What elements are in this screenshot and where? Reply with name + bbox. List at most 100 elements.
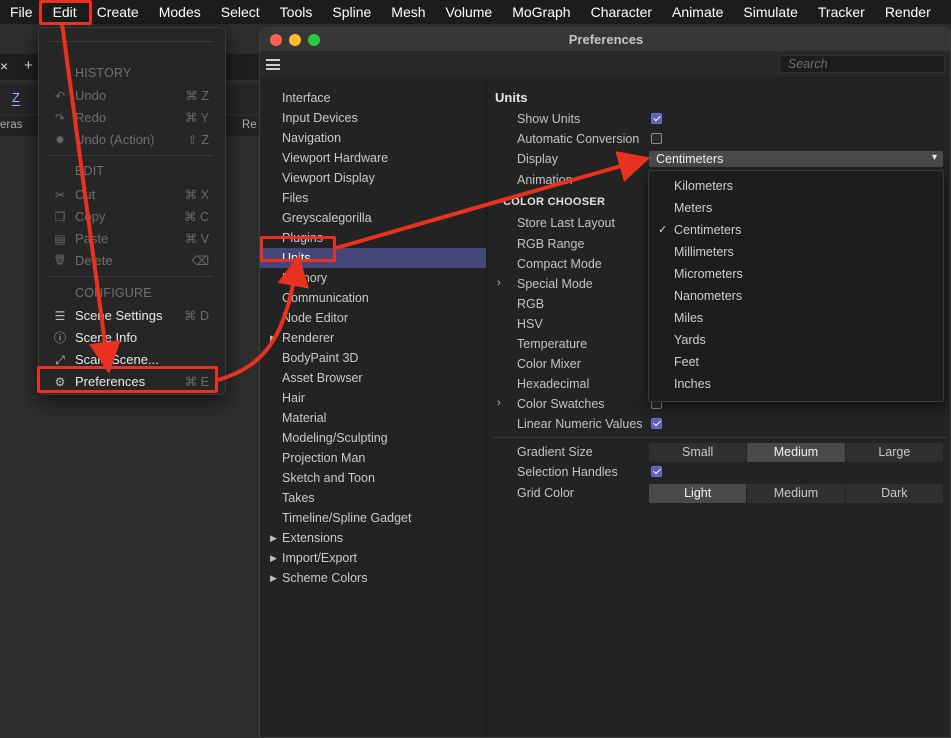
menu-select[interactable]: Select — [211, 0, 270, 24]
z-axis-icon[interactable]: Z — [12, 90, 20, 106]
menu-mograph[interactable]: MoGraph — [502, 0, 580, 24]
sidebar-item-files[interactable]: Files — [260, 188, 486, 208]
sidebar-item-label: Memory — [282, 271, 328, 285]
sidebar-item-navigation[interactable]: Navigation — [260, 128, 486, 148]
sidebar-item-memory[interactable]: Memory — [260, 268, 486, 288]
hamburger-menu-icon[interactable] — [266, 59, 280, 70]
sidebar-item-import-export[interactable]: ▶ Import/Export — [260, 548, 486, 568]
gradient-large-button[interactable]: Large — [846, 443, 943, 462]
undo-action-item[interactable]: ✹ Undo (Action) ⇧ Z — [39, 129, 225, 151]
search-input[interactable]: Search — [779, 55, 945, 73]
show-units-checkbox[interactable] — [651, 113, 662, 124]
expand-arrow-icon[interactable]: ▶ — [270, 548, 277, 568]
display-label: Display — [517, 152, 558, 166]
sidebar-item-bodypaint-3d[interactable]: BodyPaint 3D — [260, 348, 486, 368]
sidebar-item-label: Input Devices — [282, 111, 358, 125]
sidebar-item-node-editor[interactable]: Node Editor — [260, 308, 486, 328]
menu-volume[interactable]: Volume — [436, 0, 503, 24]
unit-option-inches[interactable]: Inches — [649, 373, 943, 395]
title-bar[interactable]: Preferences — [260, 28, 950, 52]
menu-tracker[interactable]: Tracker — [808, 0, 875, 24]
scene-settings-label: Scene Settings — [75, 308, 163, 323]
hsv-label: HSV — [517, 317, 543, 331]
gradient-small-button[interactable]: Small — [649, 443, 748, 462]
menu-animate[interactable]: Animate — [662, 0, 733, 24]
unit-option-yards[interactable]: Yards — [649, 329, 943, 351]
grid-dark-button[interactable]: Dark — [846, 484, 943, 503]
redo-item[interactable]: ↷ Redo ⌘ Y — [39, 107, 225, 129]
store-last-layout-label: Store Last Layout — [517, 216, 615, 230]
sidebar-item-hair[interactable]: Hair — [260, 388, 486, 408]
expand-arrow-icon[interactable]: ▶ — [270, 328, 277, 348]
paste-item[interactable]: ▤ Paste ⌘ V — [39, 228, 225, 250]
sidebar-item-viewport-display[interactable]: Viewport Display — [260, 168, 486, 188]
gradient-size-segmented: Small Medium Large — [649, 443, 943, 462]
undo-item[interactable]: ↶ Undo ⌘ Z — [39, 85, 225, 107]
copy-label: Copy — [75, 209, 106, 224]
preferences-sidebar: Interface Input Devices Navigation Viewport… — [260, 76, 486, 737]
sidebar-item-label: Viewport Display — [282, 171, 375, 185]
unit-option-feet[interactable]: Feet — [649, 351, 943, 373]
sidebar-item-viewport-hardware[interactable]: Viewport Hardware — [260, 148, 486, 168]
sidebar-item-label: Extensions — [282, 531, 344, 545]
menu-create[interactable]: Create — [87, 0, 149, 24]
unit-option-kilometers[interactable]: Kilometers — [649, 175, 943, 197]
menu-simulate[interactable]: Simulate — [733, 0, 807, 24]
grid-color-label: Grid Color — [517, 486, 574, 500]
linear-numeric-checkbox[interactable] — [651, 418, 662, 429]
sidebar-item-interface[interactable]: Interface — [260, 88, 486, 108]
menu-modes[interactable]: Modes — [149, 0, 211, 24]
sidebar-item-communication[interactable]: Communication — [260, 288, 486, 308]
unit-option-label: Kilometers — [674, 179, 734, 193]
gradient-size-label: Gradient Size — [517, 445, 593, 459]
menu-mesh[interactable]: Mesh — [381, 0, 435, 24]
automatic-conversion-checkbox[interactable] — [651, 133, 662, 144]
unit-option-meters[interactable]: Meters — [649, 197, 943, 219]
tab-add-icon[interactable]: + — [24, 57, 33, 74]
grid-light-button[interactable]: Light — [649, 484, 748, 503]
special-mode-chevron-icon[interactable]: › — [497, 277, 501, 289]
sidebar-item-label: BodyPaint 3D — [282, 351, 359, 365]
menu-cut-off[interactable]: Re — [941, 0, 951, 24]
cut-item[interactable]: ✂ Cut ⌘ X — [39, 184, 225, 206]
sidebar-item-material[interactable]: Material — [260, 408, 486, 428]
color-swatches-chevron-icon[interactable]: › — [497, 397, 501, 409]
sidebar-item-projection-man[interactable]: Projection Man — [260, 448, 486, 468]
expand-arrow-icon[interactable]: ▶ — [270, 528, 277, 548]
unit-option-miles[interactable]: Miles — [649, 307, 943, 329]
units-highlight — [260, 236, 336, 262]
preferences-window: Preferences Search Interface Input Device… — [259, 27, 951, 738]
sidebar-item-extensions[interactable]: ▶ Extensions — [260, 528, 486, 548]
menu-character[interactable]: Character — [581, 0, 662, 24]
paste-label: Paste — [75, 231, 109, 246]
sidebar-item-renderer[interactable]: ▶ Renderer — [260, 328, 486, 348]
unit-option-nanometers[interactable]: Nanometers — [649, 285, 943, 307]
sidebar-item-modeling-sculpting[interactable]: Modeling/Sculpting — [260, 428, 486, 448]
sidebar-item-greyscalegorilla[interactable]: Greyscalegorilla — [260, 208, 486, 228]
gradient-medium-button[interactable]: Medium — [747, 443, 846, 462]
selection-handles-checkbox[interactable] — [651, 466, 662, 477]
trash-icon: 🗑 — [53, 255, 67, 266]
delete-item[interactable]: 🗑 Delete ⌫ — [39, 250, 225, 272]
sidebar-item-timeline-spline-gadget[interactable]: Timeline/Spline Gadget — [260, 508, 486, 528]
sidebar-item-asset-browser[interactable]: Asset Browser — [260, 368, 486, 388]
unit-option-centimeters[interactable]: ✓ Centimeters — [649, 219, 943, 241]
unit-option-millimeters[interactable]: Millimeters — [649, 241, 943, 263]
scene-info-item[interactable]: ⓘ Scene Info — [39, 327, 225, 349]
color-chooser-header: COLOR CHOOSER — [503, 196, 606, 208]
menu-render[interactable]: Render — [875, 0, 941, 24]
menu-file[interactable]: File — [0, 0, 43, 24]
expand-arrow-icon[interactable]: ▶ — [270, 568, 277, 588]
sidebar-item-scheme-colors[interactable]: ▶ Scheme Colors — [260, 568, 486, 588]
menu-spline[interactable]: Spline — [322, 0, 381, 24]
copy-item[interactable]: ❐ Copy ⌘ C — [39, 206, 225, 228]
sidebar-item-input-devices[interactable]: Input Devices — [260, 108, 486, 128]
sidebar-item-takes[interactable]: Takes — [260, 488, 486, 508]
unit-option-micrometers[interactable]: Micrometers — [649, 263, 943, 285]
tab-close-icon[interactable]: × — [0, 58, 8, 74]
sidebar-item-sketch-and-toon[interactable]: Sketch and Toon — [260, 468, 486, 488]
grid-medium-button[interactable]: Medium — [747, 484, 846, 503]
display-dropdown[interactable]: Centimeters ▾ — [649, 151, 943, 167]
menu-tools[interactable]: Tools — [270, 0, 323, 24]
scene-settings-item[interactable]: ☰ Scene Settings ⌘ D — [39, 305, 225, 327]
